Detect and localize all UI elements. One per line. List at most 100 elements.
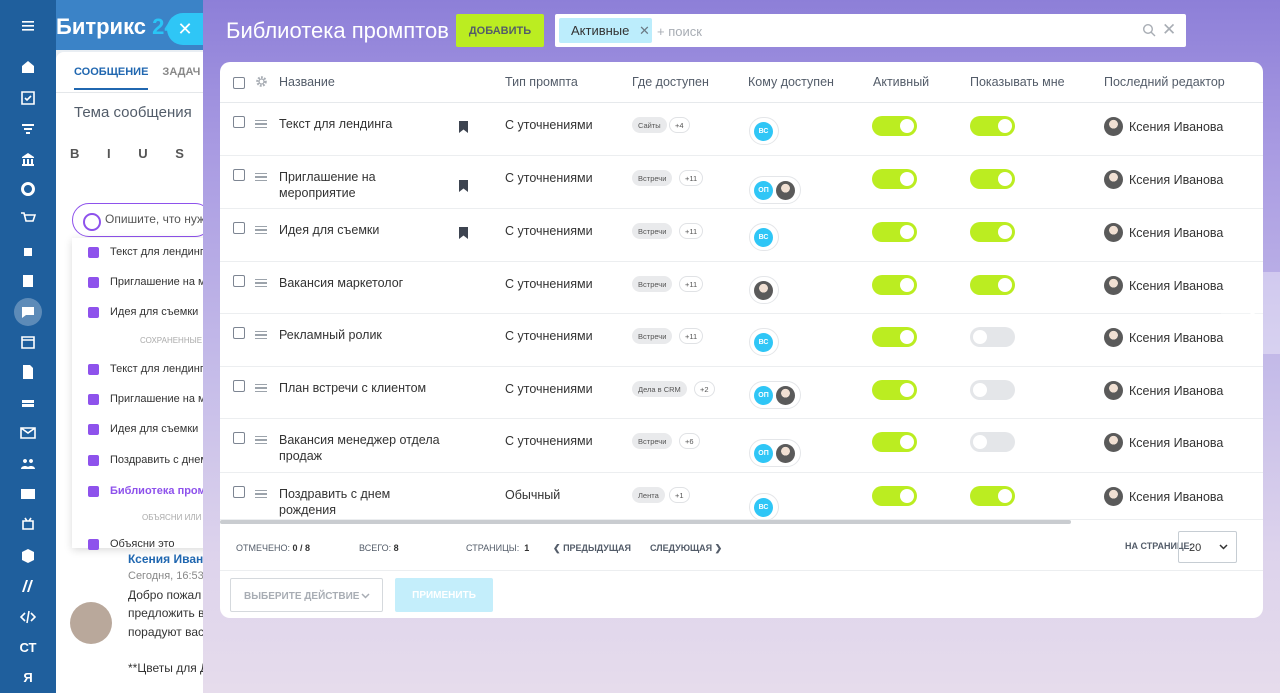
where-tag[interactable]: Встречи — [632, 328, 673, 344]
show-me-toggle[interactable] — [970, 222, 1015, 242]
show-me-toggle[interactable] — [970, 275, 1015, 295]
table-row[interactable]: Приглашение на мероприятие С уточнениями… — [220, 156, 1263, 209]
left-nav-item[interactable] — [0, 388, 56, 418]
remove-filter-icon[interactable]: ✕ — [639, 23, 650, 39]
show-me-toggle[interactable] — [970, 116, 1015, 136]
subject-field[interactable]: Тема сообщения — [74, 104, 192, 121]
group-badge[interactable]: ОП — [754, 444, 773, 463]
clear-search-icon[interactable]: ✕ — [1162, 20, 1176, 40]
action-select[interactable]: ВЫБЕРИТЕ ДЕЙСТВИЕ — [230, 578, 383, 612]
where-tag[interactable]: Встречи — [632, 433, 673, 449]
copilot-input[interactable]: Опишите, что нужно — [72, 203, 203, 237]
access-avatars[interactable] — [749, 276, 779, 304]
user-avatar[interactable] — [776, 444, 795, 463]
access-avatars[interactable]: ВС — [749, 493, 779, 521]
drag-handle-icon[interactable] — [255, 490, 267, 498]
group-badge[interactable]: ВС — [754, 228, 773, 247]
column-last-editor[interactable]: Последний редактор — [1104, 75, 1225, 89]
where-tag[interactable]: Встречи — [632, 276, 673, 292]
editor-avatar[interactable] — [1104, 117, 1123, 136]
access-avatars[interactable]: ВС — [749, 328, 779, 356]
left-nav-item[interactable] — [0, 204, 56, 234]
left-nav-item[interactable] — [0, 237, 56, 267]
where-tag[interactable]: Дела в CRM — [632, 381, 687, 397]
prompt-name[interactable]: Приглашение на мероприятие — [279, 169, 449, 201]
drag-handle-icon[interactable] — [255, 173, 267, 181]
active-toggle[interactable] — [872, 169, 917, 189]
active-toggle[interactable] — [872, 380, 917, 400]
editor-name[interactable]: Ксения Иванова — [1129, 331, 1223, 345]
prev-page-link[interactable]: ❮ ПРЕДЫДУЩАЯ — [553, 543, 631, 554]
prompt-name[interactable]: Рекламный ролик — [279, 327, 449, 343]
prompt-name[interactable]: Текст для лендинга — [279, 116, 449, 132]
copilot-menu-item[interactable]: Текст для лендинга — [88, 363, 203, 375]
active-toggle[interactable] — [872, 327, 917, 347]
left-nav-item[interactable] — [0, 602, 56, 632]
explain-item[interactable]: Объясни это — [88, 538, 175, 550]
editor-name[interactable]: Ксения Иванова — [1129, 226, 1223, 240]
left-nav-item[interactable] — [0, 83, 56, 113]
left-nav-text-item[interactable]: Я — [0, 662, 56, 692]
bookmark-icon[interactable] — [459, 121, 468, 133]
where-more-badge[interactable]: +11 — [679, 223, 704, 239]
editor-avatar[interactable] — [1104, 381, 1123, 400]
editor-name[interactable]: Ксения Иванова — [1129, 173, 1223, 187]
table-row[interactable]: Идея для съемки С уточнениями Встречи +1… — [220, 209, 1263, 262]
copilot-menu-item[interactable]: Идея для съемки — [87, 306, 198, 318]
editor-avatar[interactable] — [1104, 487, 1123, 506]
search-input[interactable]: + поиск — [657, 24, 702, 39]
where-more-badge[interactable]: +6 — [679, 433, 700, 449]
row-checkbox[interactable] — [233, 432, 245, 444]
editor-name[interactable]: Ксения Иванова — [1129, 384, 1223, 398]
where-tag[interactable]: Встречи — [632, 170, 673, 186]
copilot-menu-item[interactable]: Приглашение на м — [88, 393, 203, 405]
filter-search[interactable]: Активные ✕ + поиск ✕ — [555, 14, 1186, 47]
editor-name[interactable]: Ксения Иванова — [1129, 490, 1223, 504]
left-nav-item[interactable] — [0, 297, 56, 327]
left-nav-item[interactable] — [0, 327, 56, 357]
left-nav-item[interactable] — [0, 479, 56, 509]
bookmark-icon[interactable] — [459, 180, 468, 192]
row-checkbox[interactable] — [233, 116, 245, 128]
per-page-select[interactable]: 20 — [1178, 531, 1237, 563]
column-where[interactable]: Где доступен — [632, 75, 709, 89]
editor-name[interactable]: Ксения Иванова — [1129, 436, 1223, 450]
user-avatar[interactable] — [776, 181, 795, 200]
select-all-checkbox[interactable] — [233, 77, 245, 89]
prompt-name[interactable]: Вакансия маркетолог — [279, 275, 449, 291]
add-button[interactable]: ДОБАВИТЬ — [456, 14, 544, 47]
where-more-badge[interactable]: +11 — [679, 328, 704, 344]
row-checkbox[interactable] — [233, 275, 245, 287]
left-nav-item[interactable] — [0, 114, 56, 144]
editor-avatar[interactable] — [1104, 433, 1123, 452]
author-name[interactable]: Ксения Ивано — [128, 552, 203, 566]
editor-name[interactable]: Ксения Иванова — [1129, 120, 1223, 134]
group-badge[interactable]: ОП — [754, 181, 773, 200]
left-nav-item[interactable] — [0, 541, 56, 571]
where-tag[interactable]: Встречи — [632, 223, 673, 239]
where-more-badge[interactable]: +11 — [679, 276, 704, 292]
left-nav-item[interactable] — [0, 10, 56, 40]
row-checkbox[interactable] — [233, 380, 245, 392]
column-name[interactable]: Название — [279, 75, 335, 89]
bookmark-icon[interactable] — [459, 227, 468, 239]
editor-avatar[interactable] — [1104, 276, 1123, 295]
left-nav-item[interactable] — [0, 52, 56, 82]
gear-icon[interactable] — [255, 75, 268, 88]
editor-avatar[interactable] — [1104, 328, 1123, 347]
show-me-toggle[interactable] — [970, 327, 1015, 347]
left-nav-item[interactable] — [0, 266, 56, 296]
where-tag[interactable]: Лента — [632, 487, 665, 503]
copilot-menu-item[interactable]: Поздравить с днем — [88, 454, 203, 466]
row-checkbox[interactable] — [233, 486, 245, 498]
prompt-name[interactable]: Вакансия менеджер отдела продаж — [279, 432, 449, 464]
horizontal-scrollbar[interactable] — [220, 520, 1071, 524]
left-nav-item[interactable] — [0, 174, 56, 204]
access-avatars[interactable]: ОП — [749, 176, 801, 204]
show-me-toggle[interactable] — [970, 380, 1015, 400]
prompt-name[interactable]: План встречи с клиентом — [279, 380, 449, 396]
column-type[interactable]: Тип промпта — [505, 75, 578, 89]
active-toggle[interactable] — [872, 486, 917, 506]
prompt-name[interactable]: Идея для съемки — [279, 222, 449, 238]
prompt-name[interactable]: Поздравить с днем рождения — [279, 486, 449, 518]
